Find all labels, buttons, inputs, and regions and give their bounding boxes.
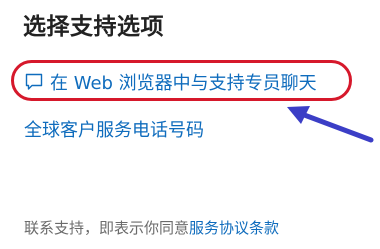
service-agreement-link[interactable]: 服务协议条款 — [189, 219, 279, 237]
support-options-panel: 选择支持选项 在 Web 浏览器中与支持专员聊天 全球客户服务电话号码 联系支持… — [0, 0, 380, 249]
chat-with-agent-link[interactable]: 在 Web 浏览器中与支持专员聊天 — [24, 69, 317, 95]
agreement-notice: 联系支持，即表示你同意服务协议条款 — [24, 217, 279, 238]
agreement-text: 联系支持，即表示你同意 — [24, 219, 190, 237]
phone-numbers-link[interactable]: 全球客户服务电话号码 — [24, 116, 204, 142]
chat-bubble-icon — [24, 72, 44, 92]
chat-link-label: 在 Web 浏览器中与支持专员聊天 — [50, 73, 317, 94]
page-title: 选择支持选项 — [23, 14, 164, 40]
annotation-arrow-icon — [287, 106, 374, 143]
